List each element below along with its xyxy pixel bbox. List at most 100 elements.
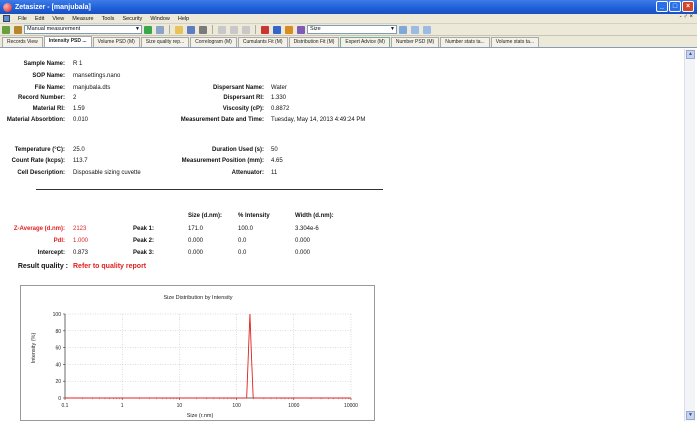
dispersant-ri-value: 1.330 xyxy=(271,95,287,101)
pdi-value: 1.000 xyxy=(73,238,89,244)
open-folder-icon[interactable] xyxy=(175,25,183,34)
maximize-button[interactable]: □ xyxy=(669,1,681,12)
tab-size-quality[interactable]: Size quality rep... xyxy=(140,37,190,47)
file-name-value: manjubala.dts xyxy=(73,85,111,91)
material-ri-value: 1.59 xyxy=(73,106,85,112)
settings-icon[interactable] xyxy=(399,25,407,34)
intercept-value: 0.873 xyxy=(73,250,89,256)
y-tick-labels: 0 20 40 60 80 100 xyxy=(53,312,62,402)
title-bar: Zetasizer - [manjubala] _ □ × xyxy=(0,0,697,14)
window-title: Zetasizer - [manjubala] xyxy=(15,3,91,11)
copy-icon[interactable] xyxy=(230,25,238,34)
window-controls: _ □ × xyxy=(656,1,694,12)
menu-view[interactable]: View xyxy=(48,16,68,22)
measurement-combo[interactable]: Manual measurement ▼ xyxy=(24,25,142,34)
z-average-label: Z-Average (d.nm): xyxy=(13,226,65,232)
menu-bar: File Edit View Measure Tools Security Wi… xyxy=(0,14,697,24)
report-content: Sample Name: R 1 SOP Name: mansettings.n… xyxy=(2,49,682,421)
measurement-date-value: Tuesday, May 14, 2013 4:49:24 PM xyxy=(271,117,366,123)
play-icon[interactable] xyxy=(144,25,152,34)
material-ri-label: Material RI: xyxy=(32,106,65,112)
material-absorption-value: 0.010 xyxy=(73,117,89,123)
result-quality-label: Result quality : xyxy=(17,263,68,270)
mdi-controls[interactable]: - ♂ × xyxy=(680,14,693,20)
export-icon[interactable] xyxy=(285,25,293,34)
y-tick-label: 100 xyxy=(53,312,62,318)
cut-icon[interactable] xyxy=(218,25,226,34)
tab-number-stats[interactable]: Number stats ta... xyxy=(440,37,490,47)
print-icon[interactable] xyxy=(199,25,207,34)
x-axis-label: Size (r.nm) xyxy=(187,413,214,419)
tab-number-psd[interactable]: Number PSD (M) xyxy=(390,37,440,47)
cell-description-value: Disposable sizing cuvette xyxy=(73,170,141,176)
dispersant-name-label: Dispersant Name: xyxy=(212,85,264,91)
peak2-size: 0.000 xyxy=(188,238,204,244)
vertical-scrollbar[interactable]: ▲ ▼ xyxy=(684,49,695,421)
document-icon[interactable] xyxy=(3,15,10,22)
menu-measure[interactable]: Measure xyxy=(68,16,97,22)
menu-file[interactable]: File xyxy=(14,16,31,22)
stop-icon[interactable] xyxy=(156,25,164,34)
size-combo[interactable]: Size ▼ xyxy=(307,25,397,34)
menu-security[interactable]: Security xyxy=(118,16,146,22)
scroll-up-icon[interactable]: ▲ xyxy=(686,50,695,59)
size-combo-value: Size xyxy=(310,26,321,32)
col-intensity-header: % Intensity xyxy=(238,213,270,219)
x-tick-label: 1 xyxy=(121,403,124,409)
measurement-combo-value: Manual measurement xyxy=(27,26,81,32)
size-distribution-chart: Size Distribution by Intensity 0 20 40 60 80… xyxy=(20,285,375,421)
scroll-down-icon[interactable]: ▼ xyxy=(686,411,695,420)
paste-icon[interactable] xyxy=(242,25,250,34)
toolbar-separator xyxy=(169,25,170,34)
attenuator-value: 11 xyxy=(271,170,278,176)
tab-distribution-fit[interactable]: Distribution Fit (M) xyxy=(288,37,340,47)
x-tick-label: 10 xyxy=(177,403,183,409)
tab-intensity-psd[interactable]: Intensity PSD ... xyxy=(43,36,92,47)
back-icon[interactable] xyxy=(411,25,419,34)
tab-volume-psd[interactable]: Volume PSD (M) xyxy=(92,37,140,47)
peak3-width: 0.000 xyxy=(295,250,311,256)
peak2-width: 0.000 xyxy=(295,238,311,244)
tab-volume-stats[interactable]: Volume stats ta... xyxy=(490,37,540,47)
peak1-size: 171.0 xyxy=(188,226,204,232)
temperature-label: Temperature (°C): xyxy=(14,147,65,153)
result-quality-link[interactable]: Refer to quality report xyxy=(73,263,146,270)
chart-icon[interactable] xyxy=(297,25,305,34)
x-tick-label: 1000 xyxy=(288,403,299,409)
material-absorption-label: Material Absorbtion: xyxy=(6,117,65,123)
sop-name-value: mansettings.nano xyxy=(73,73,121,79)
sop-icon[interactable] xyxy=(14,25,22,34)
menu-help[interactable]: Help xyxy=(174,16,193,22)
sample-name-value: R 1 xyxy=(73,61,83,67)
tab-correlogram[interactable]: Correlogram (M) xyxy=(190,37,237,47)
chart-series xyxy=(65,313,351,399)
menu-window[interactable]: Window xyxy=(146,16,174,22)
menu-edit[interactable]: Edit xyxy=(31,16,48,22)
viscosity-value: 0.8872 xyxy=(271,106,290,112)
close-button[interactable]: × xyxy=(682,1,694,12)
forward-icon[interactable] xyxy=(423,25,431,34)
peak1-intensity: 100.0 xyxy=(238,226,254,232)
tab-records-view[interactable]: Records View xyxy=(2,37,43,47)
measure-icon[interactable] xyxy=(2,25,10,34)
chart-grid xyxy=(64,313,352,399)
grid-icon[interactable] xyxy=(273,25,281,34)
y-tick-label: 20 xyxy=(55,379,61,385)
x-tick-labels: 0.1 1 10 100 1000 10000 xyxy=(62,403,359,409)
toolbar: Manual measurement ▼ Size ▼ xyxy=(0,24,697,36)
menu-tools[interactable]: Tools xyxy=(98,16,119,22)
tab-expert-advice[interactable]: Expert Advice (M) xyxy=(340,37,390,47)
x-tick-label: 10000 xyxy=(344,403,358,409)
sample-name-label: Sample Name: xyxy=(23,61,65,67)
save-icon[interactable] xyxy=(187,25,195,34)
peak3-size: 0.000 xyxy=(188,250,204,256)
minimize-button[interactable]: _ xyxy=(656,1,668,12)
toolbar-separator xyxy=(255,25,256,34)
position-value: 4.65 xyxy=(271,158,283,164)
peak2-intensity: 0.0 xyxy=(238,238,247,244)
cell-description-label: Cell Description: xyxy=(17,170,65,176)
report-icon[interactable] xyxy=(261,25,269,34)
tab-cumulants-fit[interactable]: Cumulants Fit (M) xyxy=(237,37,288,47)
position-label: Measurement Position (mm): xyxy=(181,158,264,164)
chevron-down-icon: ▼ xyxy=(135,26,140,32)
